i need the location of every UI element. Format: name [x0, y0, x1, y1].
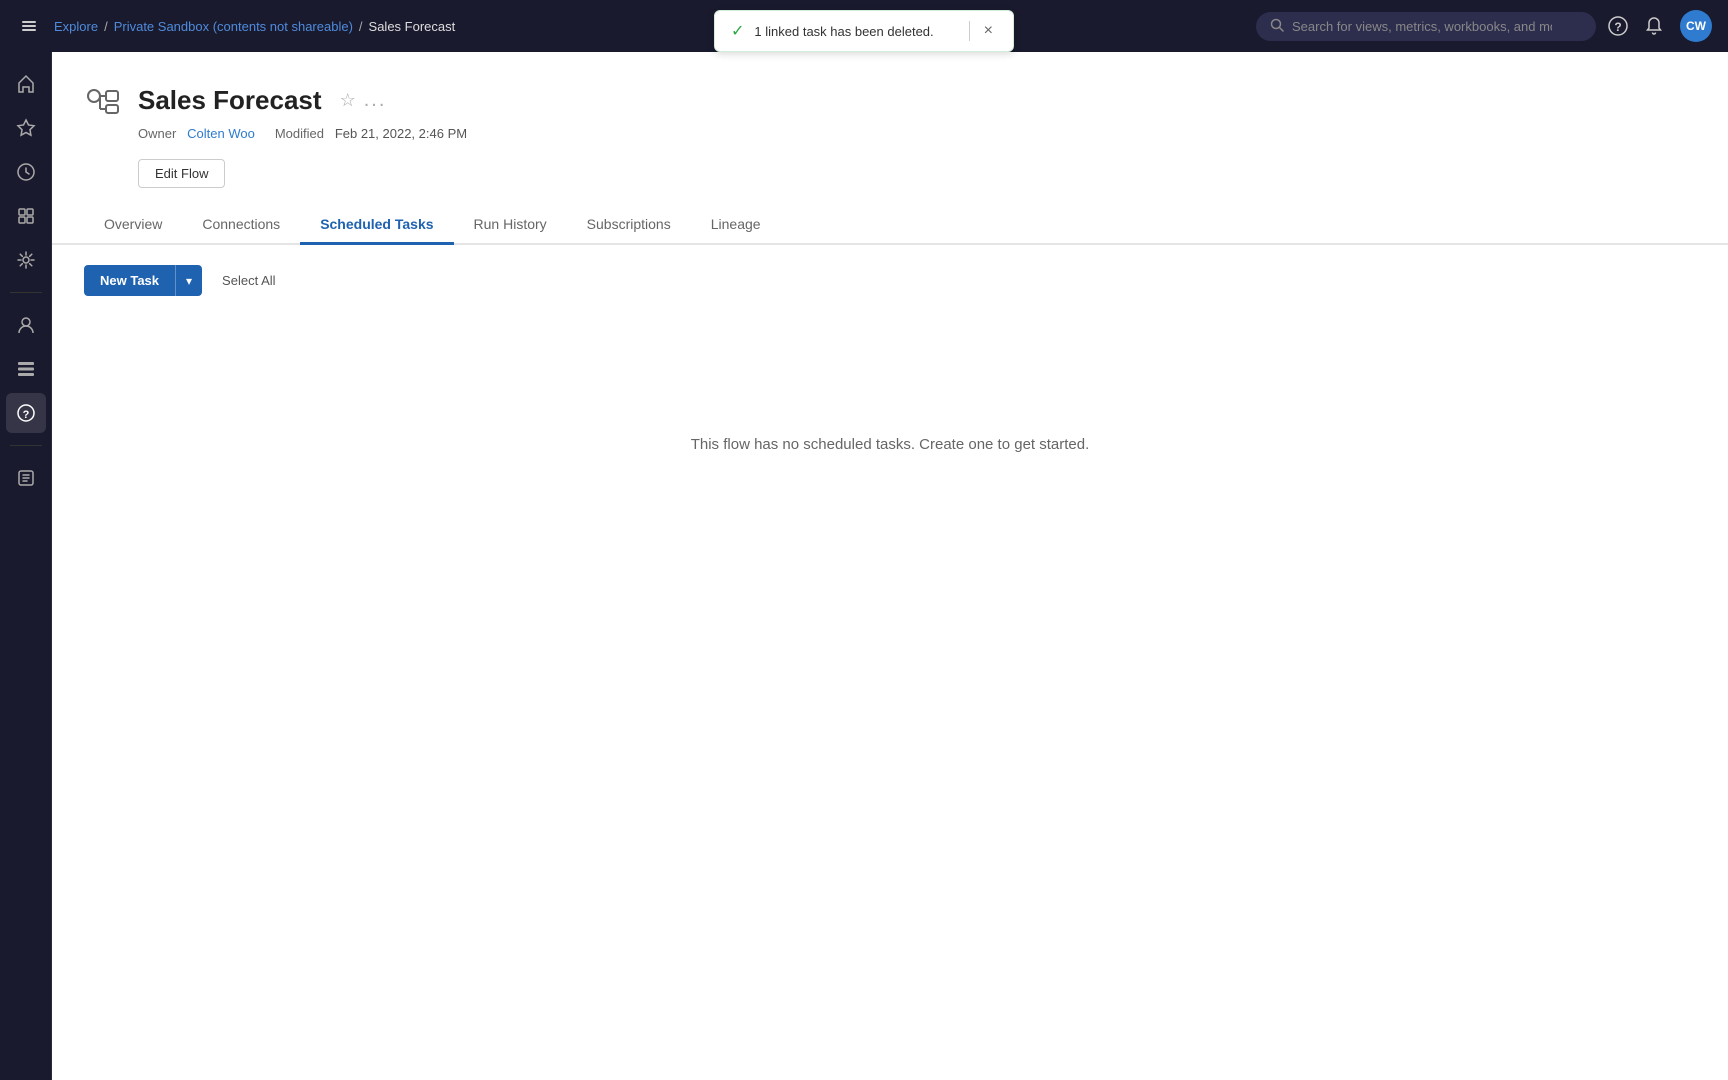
sidebar-divider-1 — [10, 292, 42, 293]
modified-value: Feb 21, 2022, 2:46 PM — [335, 126, 467, 141]
owner-field: Owner Colten Woo — [138, 126, 255, 141]
tab-scheduled-tasks[interactable]: Scheduled Tasks — [300, 206, 453, 245]
new-task-button[interactable]: New Task — [84, 265, 175, 296]
toast-close-button[interactable]: × — [980, 22, 997, 40]
owner-label: Owner — [138, 126, 176, 141]
svg-text:?: ? — [22, 409, 29, 421]
sidebar-toggle-button[interactable] — [16, 13, 42, 39]
edit-flow-button[interactable]: Edit Flow — [138, 159, 225, 188]
flow-meta: Owner Colten Woo Modified Feb 21, 2022, … — [138, 126, 1696, 141]
sidebar-item-tasks[interactable] — [6, 458, 46, 498]
owner-link[interactable]: Colten Woo — [187, 126, 255, 141]
tab-overview[interactable]: Overview — [84, 206, 182, 245]
breadcrumb-sep-1: / — [104, 19, 108, 34]
sidebar-item-recommendations[interactable] — [6, 240, 46, 280]
scheduled-tasks-content: New Task ▾ Select All This flow has no s… — [52, 245, 1728, 593]
flow-title-row: Sales Forecast ☆ ... — [84, 80, 1696, 120]
tab-lineage[interactable]: Lineage — [691, 206, 781, 245]
sidebar-item-help[interactable]: ? — [6, 393, 46, 433]
tab-subscriptions[interactable]: Subscriptions — [567, 206, 691, 245]
select-all-button[interactable]: Select All — [214, 267, 283, 294]
tab-run-history[interactable]: Run History — [454, 206, 567, 245]
sidebar-divider-2 — [10, 445, 42, 446]
page-header: Sales Forecast ☆ ... Owner Colten Woo Mo… — [52, 52, 1728, 206]
breadcrumb-sep-2: / — [359, 19, 363, 34]
notifications-button[interactable] — [1644, 16, 1664, 36]
toast-message: 1 linked task has been deleted. — [754, 24, 958, 39]
page-title: Sales Forecast — [138, 85, 322, 116]
breadcrumb-current: Sales Forecast — [369, 19, 456, 34]
star-button[interactable]: ☆ — [340, 90, 356, 111]
help-button[interactable]: ? — [1608, 16, 1628, 36]
sidebar-item-collections[interactable] — [6, 196, 46, 236]
toast-notification: ✓ 1 linked task has been deleted. × — [714, 10, 1014, 52]
sidebar-item-home[interactable] — [6, 64, 46, 104]
app-shell: ? — [0, 0, 1728, 1080]
search-input[interactable] — [1292, 19, 1552, 34]
avatar[interactable]: CW — [1680, 10, 1712, 42]
toast-divider — [969, 21, 970, 41]
tabs-bar: Overview Connections Scheduled Tasks Run… — [52, 206, 1728, 245]
sidebar: ? — [0, 0, 52, 1080]
tab-connections[interactable]: Connections — [182, 206, 300, 245]
sidebar-item-recents[interactable] — [6, 152, 46, 192]
sidebar-item-user[interactable] — [6, 305, 46, 345]
modified-label: Modified — [275, 126, 324, 141]
top-nav-icons: ? CW — [1608, 10, 1712, 42]
toast-check-icon: ✓ — [731, 21, 744, 41]
empty-state-message: This flow has no scheduled tasks. Create… — [84, 316, 1696, 573]
more-options-button[interactable]: ... — [364, 89, 387, 112]
tab-toolbar: New Task ▾ Select All — [84, 265, 1696, 296]
main-content: Sales Forecast ☆ ... Owner Colten Woo Mo… — [52, 52, 1728, 1080]
svg-text:?: ? — [1614, 20, 1621, 34]
search-icon — [1270, 18, 1284, 35]
modified-field: Modified Feb 21, 2022, 2:46 PM — [275, 126, 467, 141]
sidebar-item-favorites[interactable] — [6, 108, 46, 148]
breadcrumb-explore-link[interactable]: Explore — [54, 19, 98, 34]
flow-icon — [84, 80, 124, 120]
search-bar[interactable] — [1256, 12, 1596, 41]
empty-state-text: This flow has no scheduled tasks. Create… — [691, 436, 1090, 453]
sidebar-item-groups[interactable] — [6, 349, 46, 389]
new-task-button-group: New Task ▾ — [84, 265, 202, 296]
breadcrumb: Explore / Private Sandbox (contents not … — [54, 19, 1244, 34]
new-task-dropdown-button[interactable]: ▾ — [175, 265, 202, 296]
breadcrumb-sandbox-link[interactable]: Private Sandbox (contents not shareable) — [114, 19, 353, 34]
flow-actions: ☆ ... — [340, 89, 387, 112]
